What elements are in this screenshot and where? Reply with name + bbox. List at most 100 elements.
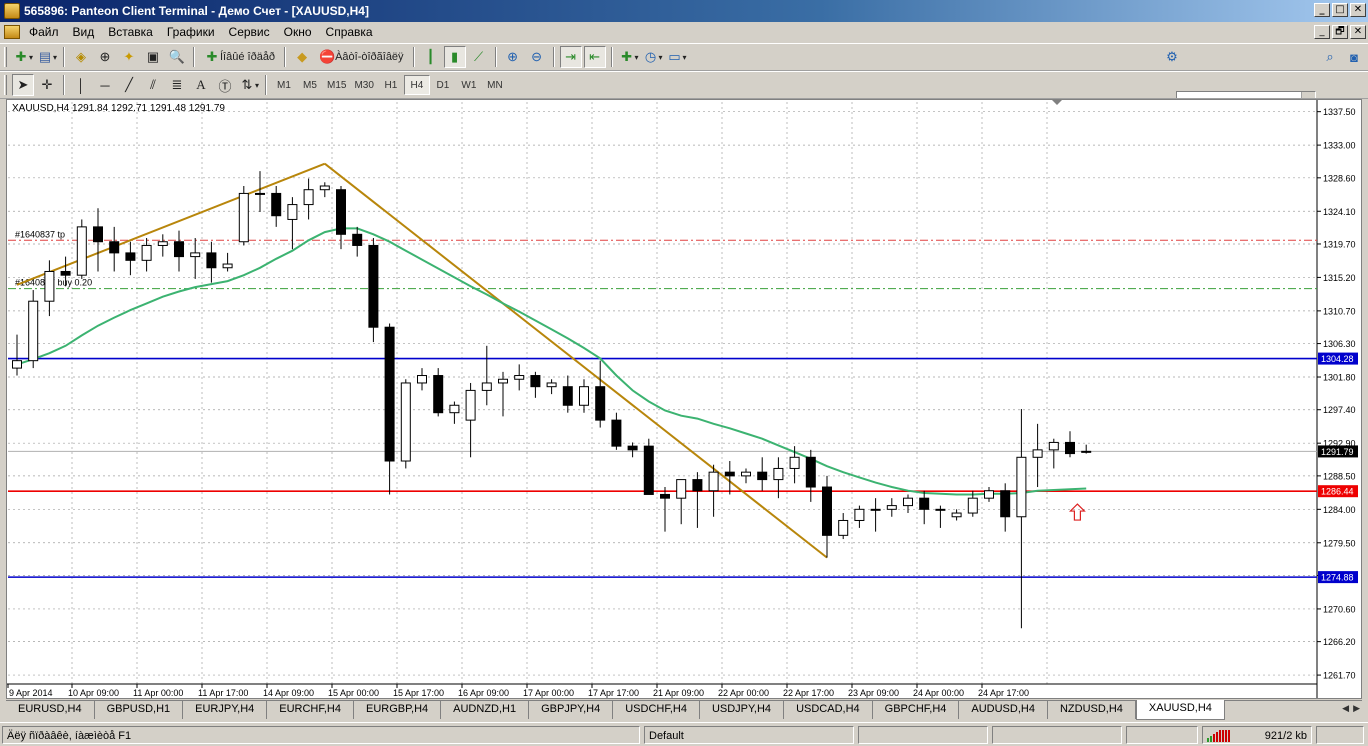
periods-button[interactable]: ◷ ▾ <box>642 46 664 68</box>
menu-bar: Файл Вид Вставка Графики Сервис Окно Спр… <box>0 22 1368 42</box>
time-tick-label: 21 Apr 09:00 <box>653 688 704 698</box>
new-chart-button[interactable]: ✚ ▾ <box>12 46 34 68</box>
arrows-icon: ⇅ <box>241 77 253 92</box>
up-arrow-icon <box>1068 503 1086 521</box>
line-chart-button[interactable]: ⟋ <box>468 46 490 68</box>
autoscroll-button[interactable]: ⇥ <box>559 46 582 68</box>
menu-view[interactable]: Вид <box>66 22 102 42</box>
tab-usdjpy[interactable]: USDJPY,H4 <box>700 701 785 719</box>
candle-bullish <box>481 382 492 391</box>
text-tool[interactable]: A <box>190 74 212 96</box>
status-cell <box>992 726 1122 744</box>
candle-bullish <box>951 512 962 518</box>
market-watch-button[interactable]: ◈ <box>70 46 92 68</box>
trendline-tool[interactable]: ╱ <box>118 74 140 96</box>
tab-eurusd[interactable]: EURUSD,H4 <box>6 701 95 719</box>
zoom-in-button[interactable]: ⊕ <box>502 46 524 68</box>
mdi-close-button[interactable]: ✕ <box>1350 25 1366 39</box>
templates-button[interactable]: ▭ ▾ <box>666 46 688 68</box>
timeframe-m1[interactable]: M1 <box>271 75 297 95</box>
timeframe-m30[interactable]: M30 <box>350 75 377 95</box>
timeframe-d1[interactable]: D1 <box>430 75 456 95</box>
arrows-tool[interactable]: ⇅ ▾ <box>238 74 260 96</box>
profiles-button[interactable]: ▤ ▾ <box>36 46 58 68</box>
tab-audusd[interactable]: AUDUSD,H4 <box>959 701 1048 719</box>
timeframe-h1[interactable]: H1 <box>378 75 404 95</box>
fibonacci-tool[interactable]: ≣ <box>166 74 188 96</box>
candle-bearish <box>757 471 768 481</box>
tab-usdchf[interactable]: USDCHF,H4 <box>613 701 700 719</box>
tab-gbpjpy[interactable]: GBPJPY,H4 <box>529 701 614 719</box>
toolbar-grip[interactable] <box>4 75 7 95</box>
menu-charts[interactable]: Графики <box>160 22 222 42</box>
maximize-button[interactable]: □ <box>1332 3 1348 17</box>
toolbar-grip[interactable] <box>4 47 7 67</box>
navigator-button[interactable]: ✦ <box>118 46 140 68</box>
settings-button[interactable]: ⚙ <box>1161 46 1183 68</box>
timeframe-m15[interactable]: M15 <box>323 75 350 95</box>
metaeditor-button[interactable]: ◆ <box>291 46 313 68</box>
timeframe-w1[interactable]: W1 <box>456 75 482 95</box>
bar-chart-button[interactable]: ┃ <box>420 46 442 68</box>
terminal-button[interactable]: ▣ <box>142 46 164 68</box>
minimize-button[interactable]: _ <box>1314 3 1330 17</box>
mdi-restore-button[interactable]: 🗗 <box>1332 25 1348 39</box>
candle-bullish <box>417 375 427 384</box>
tab-gbpchf[interactable]: GBPCHF,H4 <box>873 701 960 719</box>
menu-tools[interactable]: Сервис <box>222 22 277 42</box>
timeframe-m5[interactable]: M5 <box>297 75 323 95</box>
timeframe-h4[interactable]: H4 <box>403 75 430 95</box>
status-profile: Default <box>644 726 854 744</box>
menu-window[interactable]: Окно <box>277 22 319 42</box>
document-icon[interactable] <box>4 25 20 39</box>
tab-gbpusd[interactable]: GBPUSD,H1 <box>95 701 184 719</box>
tab-eurgbp[interactable]: EURGBP,H4 <box>354 701 442 719</box>
status-connection[interactable]: 921/2 kb <box>1202 726 1312 744</box>
tab-scroll-right-icon[interactable]: ▶ <box>1353 703 1360 714</box>
candlestick-icon: ▮ <box>450 49 459 64</box>
zoom-out-button[interactable]: ⊖ <box>526 46 548 68</box>
tab-eurchf[interactable]: EURCHF,H4 <box>267 701 354 719</box>
menu-insert[interactable]: Вставка <box>101 22 160 42</box>
timeframe-mn[interactable]: MN <box>482 75 508 95</box>
new-order-button[interactable]: ✚ Íîâûé îðäåð <box>200 46 279 68</box>
autotrading-button[interactable]: ⛔ Àâòî-òîðãîâëÿ <box>315 46 408 68</box>
tab-eurjpy[interactable]: EURJPY,H4 <box>183 701 268 719</box>
close-button[interactable]: ✕ <box>1350 3 1366 17</box>
indicators-button[interactable]: ✚ ▾ <box>618 46 640 68</box>
time-tick-label: 11 Apr 17:00 <box>198 688 248 698</box>
strategy-tester-button[interactable]: 🔍 <box>166 46 188 68</box>
horizontal-line-tool[interactable]: ─ <box>94 74 116 96</box>
price-tick-label: 1261.70 <box>1323 671 1356 681</box>
clock-icon: ◷ <box>644 49 657 64</box>
time-tick-label: 22 Apr 17:00 <box>783 688 834 698</box>
new-order-icon: ✚ <box>206 49 218 64</box>
tab-nzdusd[interactable]: NZDUSD,H4 <box>1048 701 1136 719</box>
candle-bullish <box>1081 450 1092 453</box>
cursor-tool[interactable]: ➤ <box>12 74 34 96</box>
search-button[interactable]: ⌕ <box>1319 46 1341 68</box>
tab-xauusd[interactable]: XAUUSD,H4 <box>1135 700 1225 720</box>
candle-bullish <box>1016 456 1027 518</box>
channel-tool[interactable]: ⫽ <box>142 74 164 96</box>
tab-audnzd[interactable]: AUDNZD,H1 <box>441 701 530 719</box>
tab-usdcad[interactable]: USDCAD,H4 <box>784 701 873 719</box>
title-bar: 565896: Panteon Client Terminal - Демо С… <box>0 0 1368 22</box>
community-button[interactable]: ◙ <box>1343 46 1365 68</box>
label-tool[interactable]: Ⓣ <box>214 74 236 96</box>
candle-bearish <box>206 252 217 269</box>
crosshair-tool[interactable]: ✛ <box>36 74 58 96</box>
candle-bullish <box>789 456 800 469</box>
chart-window[interactable]: XAUUSD,H4 1291.84 1292.71 1291.48 1291.7… <box>6 99 1362 699</box>
menu-help[interactable]: Справка <box>319 22 380 42</box>
search-icon: ⌕ <box>1326 49 1334 64</box>
menu-file[interactable]: Файл <box>22 22 66 42</box>
candle-bearish <box>384 326 395 462</box>
chart-shift-button[interactable]: ⇤ <box>583 46 606 68</box>
vertical-line-tool[interactable]: │ <box>70 74 92 96</box>
candlestick-button[interactable]: ▮ <box>443 46 466 68</box>
data-window-button[interactable]: ⊕ <box>94 46 116 68</box>
mdi-minimize-button[interactable]: _ <box>1314 25 1330 39</box>
price-chart[interactable]: XAUUSD,H4 1291.84 1292.71 1291.48 1291.7… <box>7 100 1361 698</box>
tab-scroll-left-icon[interactable]: ◀ <box>1342 703 1349 714</box>
